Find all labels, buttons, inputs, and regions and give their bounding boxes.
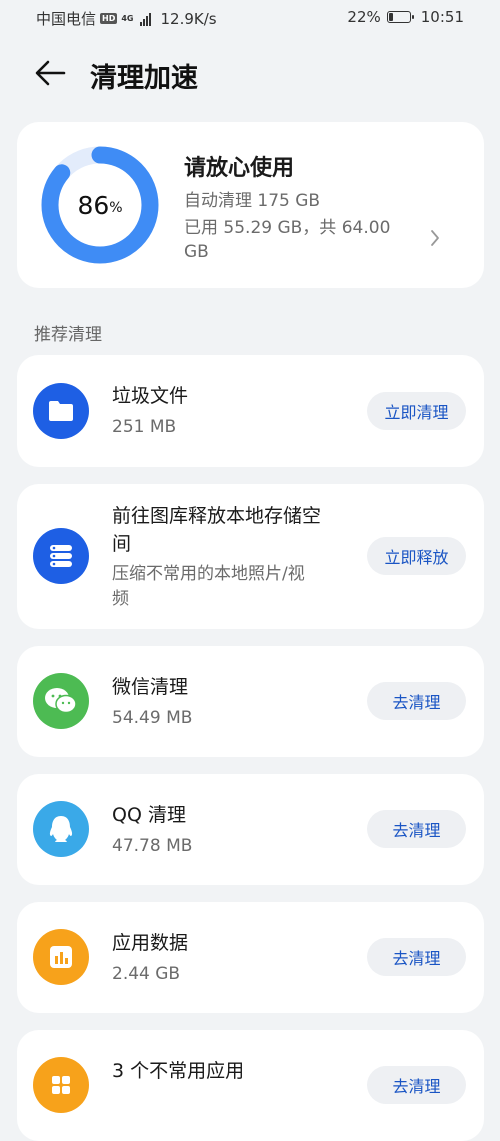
item-title-line1: 前往图库释放本地存储空 [112, 505, 322, 527]
gallery-release-card[interactable]: 前往图库释放本地存储空 间 压缩不常用的本地照片/视 频 立即释放 [17, 484, 484, 629]
app-data-card[interactable]: 应用数据 2.44 GB 去清理 [17, 902, 484, 1013]
app-header: 清理加速 [0, 50, 500, 98]
chevron-right-icon [431, 230, 439, 246]
item-size: 251 MB [112, 417, 177, 437]
storage-summary-card[interactable]: 86 % 请放心使用 自动清理 175 GB 已用 55.29 GB，共 64.… [17, 122, 484, 288]
release-now-button[interactable]: 立即释放 [367, 537, 466, 575]
item-title: 3 个不常用应用 [112, 1060, 245, 1082]
item-size: 54.49 MB [112, 708, 193, 728]
qq-clean-card[interactable]: QQ 清理 47.78 MB 去清理 [17, 774, 484, 885]
signal-icon [139, 12, 151, 26]
item-title: QQ 清理 [112, 804, 186, 826]
usage-text-line1: 已用 55.29 GB，共 64.00 [184, 218, 391, 238]
battery-percent: 22% [347, 8, 381, 26]
clean-now-button[interactable]: 立即清理 [367, 392, 466, 430]
unused-apps-card[interactable]: 3 个不常用应用 去清理 [17, 1030, 484, 1141]
item-title: 微信清理 [112, 676, 189, 698]
item-title: 应用数据 [112, 932, 189, 954]
item-desc-line2: 频 [112, 589, 129, 609]
item-size: 47.78 MB [112, 836, 193, 856]
clock: 10:51 [420, 8, 464, 26]
app-data-clean-button[interactable]: 去清理 [367, 938, 466, 976]
unused-apps-clean-button[interactable]: 去清理 [367, 1066, 466, 1104]
wechat-icon [33, 673, 89, 729]
app-data-icon [33, 929, 89, 985]
item-title-line2: 间 [112, 533, 132, 555]
back-arrow-icon[interactable] [33, 58, 67, 88]
item-title: 垃圾文件 [112, 385, 189, 407]
qq-icon [33, 801, 89, 857]
wechat-clean-card[interactable]: 微信清理 54.49 MB 去清理 [17, 646, 484, 757]
wechat-clean-button[interactable]: 去清理 [367, 682, 466, 720]
battery-icon [386, 11, 414, 23]
section-title: 推荐清理 [34, 325, 102, 345]
carrier-label: 中国电信 [36, 10, 97, 28]
usage-text-line2: GB [184, 242, 209, 262]
storage-ring: 86 % [41, 146, 159, 264]
network-speed: 12.9K/s [160, 9, 217, 28]
storage-icon [33, 528, 89, 584]
junk-files-card[interactable]: 垃圾文件 251 MB 立即清理 [17, 355, 484, 467]
page-title: 清理加速 [90, 63, 198, 94]
hd-badge: HD [100, 13, 118, 24]
folder-icon [33, 383, 89, 439]
usage-percent-number: 86 [77, 190, 110, 220]
status-bar: 中国电信 HD 4G 12.9K/s 22% 10:51 [0, 0, 500, 36]
network-type: 4G [121, 13, 134, 23]
item-size: 2.44 GB [112, 964, 181, 984]
auto-clean-text: 自动清理 175 GB [184, 191, 321, 211]
usage-percent-sign: % [109, 200, 123, 216]
item-desc-line1: 压缩不常用的本地照片/视 [112, 564, 305, 584]
qq-clean-button[interactable]: 去清理 [367, 810, 466, 848]
apps-icon [33, 1057, 89, 1113]
storage-status: 请放心使用 [184, 156, 295, 181]
